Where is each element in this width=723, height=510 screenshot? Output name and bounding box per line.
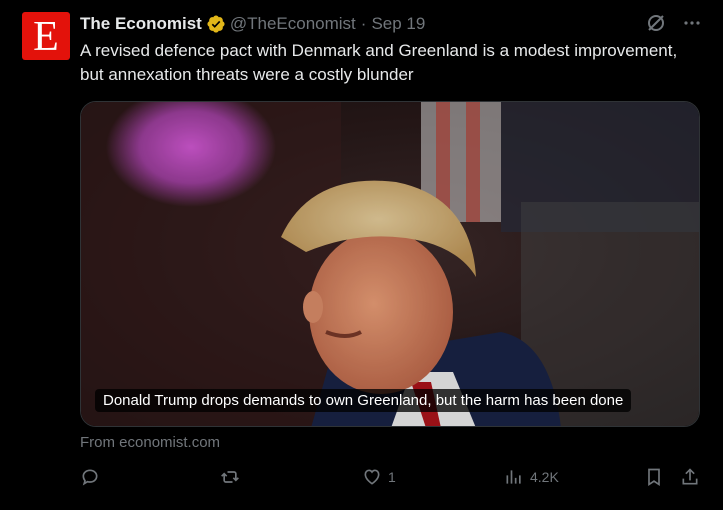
author-name[interactable]: The Economist [80,14,202,34]
card-caption: Donald Trump drops demands to own Greenl… [95,389,632,412]
link-card[interactable]: Donald Trump drops demands to own Greenl… [80,101,700,427]
bookmark-button[interactable] [644,467,664,487]
retweet-icon [221,471,239,483]
avatar-logo: E [33,14,59,60]
card-image [81,102,699,426]
avatar[interactable]: E [22,12,70,60]
share-button[interactable] [680,467,700,487]
bookmark-icon [648,468,660,487]
grok-icon[interactable] [645,12,667,34]
tweet-top-actions [645,12,703,34]
views-button[interactable]: 4.2K [504,467,559,487]
like-icon [364,469,380,485]
tweet-header: The Economist @TheEconomist · Sep 19 [80,13,425,35]
card-source[interactable]: From economist.com [80,434,220,451]
verified-badge-icon[interactable] [206,14,226,34]
share-icon [682,468,698,485]
action-bar: 1 4.2K [80,467,704,491]
like-count: 1 [388,469,396,485]
separator: · [360,14,367,33]
views-icon [506,470,521,484]
like-button[interactable]: 1 [362,467,396,487]
more-icon[interactable] [681,12,703,34]
reply-button[interactable] [80,467,106,487]
reply-icon [82,469,98,486]
timestamp[interactable]: Sep 19 [371,14,425,34]
tweet-text: A revised defence pact with Denmark and … [80,41,678,84]
retweet-button[interactable] [220,467,246,487]
author-handle[interactable]: @TheEconomist [230,14,356,34]
view-count: 4.2K [530,469,559,485]
tweet[interactable]: E The Economist @TheEconomist · Sep 19 A… [0,0,723,510]
